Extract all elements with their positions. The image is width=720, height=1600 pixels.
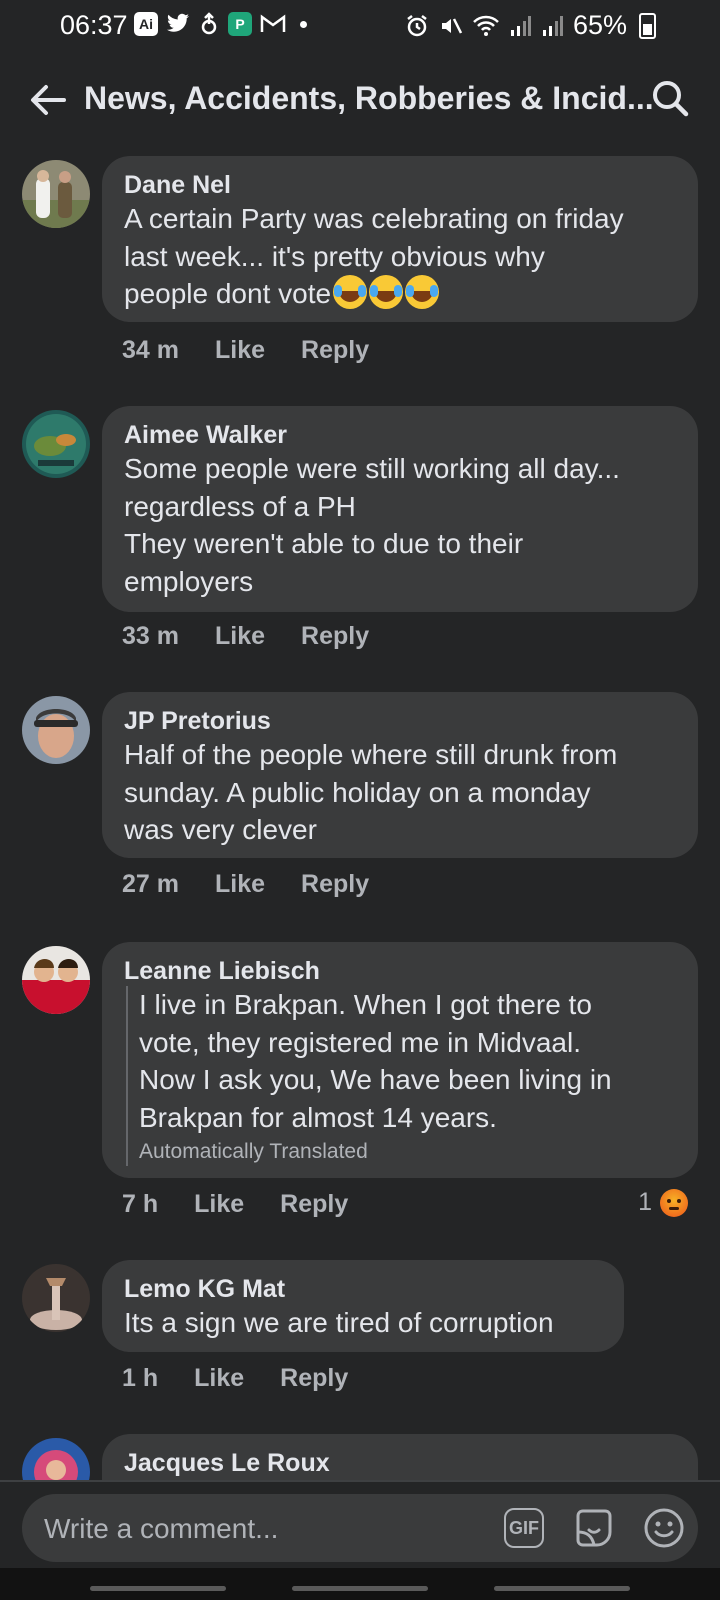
comment-composer-bar: GIF: [0, 1480, 720, 1570]
comment-item: Aimee Walker Some people were still work…: [0, 406, 720, 692]
comment-timestamp: 33 m: [122, 622, 179, 650]
comment-input[interactable]: [42, 1494, 466, 1564]
back-arrow-icon[interactable]: [26, 78, 70, 122]
comment-bubble[interactable]: Lemo KG Mat Its a sign we are tired of c…: [102, 1260, 624, 1352]
reply-button[interactable]: Reply: [280, 1190, 348, 1219]
comment-bubble[interactable]: Leanne Liebisch I live in Brakpan. When …: [102, 942, 698, 1178]
comment-text: Its a sign we are tired of corruption: [124, 1307, 554, 1338]
system-status-icons: 65%: [405, 10, 656, 41]
comment-text: Some people were still working all day..…: [124, 453, 620, 597]
avatar[interactable]: [22, 160, 90, 228]
like-button[interactable]: Like: [215, 336, 265, 365]
comment-author[interactable]: Dane Nel: [124, 170, 676, 200]
comment-actions: 34 m Like Reply: [122, 336, 369, 365]
sticker-icon[interactable]: [572, 1506, 616, 1550]
comment-text: Half of the people where still drunk fro…: [124, 739, 618, 845]
translated-block: I live in Brakpan. When I got there to v…: [126, 986, 676, 1166]
comment-actions: 27 m Like Reply: [122, 870, 369, 899]
signal-icon-2: [542, 15, 563, 36]
comments-list: Dane Nel A certain Party was celebrating…: [0, 156, 720, 1480]
comment-actions: 1 h Like Reply: [122, 1364, 348, 1393]
mute-icon: [441, 17, 463, 34]
comment-text: A certain Party was celebrating on frida…: [124, 200, 676, 313]
comment-item: Dane Nel A certain Party was celebrating…: [0, 156, 720, 406]
comment-timestamp: 7 h: [122, 1190, 159, 1218]
reply-button[interactable]: Reply: [280, 1364, 348, 1393]
app-header: News, Accidents, Robberies & Incid...: [0, 60, 720, 136]
page-title: News, Accidents, Robberies & Incid...: [84, 80, 654, 116]
app-p-icon: P: [228, 12, 252, 36]
comment-author[interactable]: Lemo KG Mat: [124, 1274, 602, 1304]
avatar[interactable]: [22, 1264, 90, 1332]
comment-author[interactable]: Jacques Le Roux: [124, 1448, 676, 1478]
comment-item: Leanne Liebisch I live in Brakpan. When …: [0, 942, 720, 1260]
comment-bubble[interactable]: Aimee Walker Some people were still work…: [102, 406, 698, 612]
comment-bubble[interactable]: JP Pretorius Half of the people where st…: [102, 692, 698, 858]
status-time: 06:37: [60, 10, 128, 40]
battery-icon: [639, 12, 656, 39]
comment-author[interactable]: Leanne Liebisch: [124, 956, 676, 986]
translation-label[interactable]: Automatically Translated: [139, 1138, 676, 1166]
avatar[interactable]: [22, 696, 90, 764]
gif-button[interactable]: GIF: [504, 1508, 544, 1548]
nav-home-handle[interactable]: [292, 1586, 428, 1591]
twitter-icon: [167, 13, 189, 32]
avatar[interactable]: [22, 1438, 90, 1480]
more-notifications-icon: [300, 20, 307, 28]
comment-actions: 7 h Like Reply: [122, 1190, 348, 1219]
comment-actions: 33 m Like Reply: [122, 622, 369, 651]
wifi-icon: [473, 15, 499, 36]
like-button[interactable]: Like: [215, 870, 265, 899]
battery-percent: 65%: [572, 10, 627, 40]
ai-badge-icon: Ai: [134, 12, 158, 36]
nav-back-handle[interactable]: [494, 1586, 630, 1591]
comment-timestamp: 27 m: [122, 870, 179, 898]
comment-item: JP Pretorius Half of the people where st…: [0, 692, 720, 942]
laughing-emoji-icon: [333, 275, 368, 309]
like-button[interactable]: Like: [194, 1364, 244, 1393]
avatar[interactable]: [22, 410, 90, 478]
cloud-upload-icon: [201, 12, 217, 35]
comment-bubble[interactable]: Jacques Le Roux: [102, 1434, 698, 1480]
emoji-icon[interactable]: [642, 1506, 686, 1550]
reply-button[interactable]: Reply: [301, 870, 369, 899]
signal-icon: [510, 15, 531, 36]
search-icon[interactable]: [650, 78, 690, 118]
comment-author[interactable]: JP Pretorius: [124, 706, 676, 736]
reaction-summary[interactable]: 1: [638, 1188, 688, 1217]
reply-button[interactable]: Reply: [301, 622, 369, 651]
reply-button[interactable]: Reply: [301, 336, 369, 365]
notification-icons: Ai P: [134, 12, 307, 36]
comment-timestamp: 1 h: [122, 1364, 159, 1392]
like-button[interactable]: Like: [194, 1190, 244, 1219]
comment-text: I live in Brakpan. When I got there to v…: [139, 989, 612, 1133]
comment-author[interactable]: Aimee Walker: [124, 420, 676, 450]
reaction-count: 1: [638, 1188, 652, 1216]
gmail-icon: [260, 14, 286, 32]
system-nav-bar: [0, 1568, 720, 1600]
angry-reaction-icon: [660, 1188, 688, 1217]
laughing-emoji-icon: [405, 275, 440, 309]
like-button[interactable]: Like: [215, 622, 265, 651]
comment-bubble[interactable]: Dane Nel A certain Party was celebrating…: [102, 156, 698, 322]
status-bar: 06:37 Ai P 65%: [0, 0, 720, 56]
laughing-emoji-icon: [369, 275, 404, 309]
comment-timestamp: 34 m: [122, 336, 179, 364]
comment-item: Jacques Le Roux: [0, 1434, 720, 1480]
alarm-icon: [407, 14, 427, 36]
comment-composer: GIF: [22, 1494, 698, 1564]
nav-recents-handle[interactable]: [90, 1586, 226, 1591]
avatar[interactable]: [22, 946, 90, 1014]
comment-item: Lemo KG Mat Its a sign we are tired of c…: [0, 1260, 720, 1434]
